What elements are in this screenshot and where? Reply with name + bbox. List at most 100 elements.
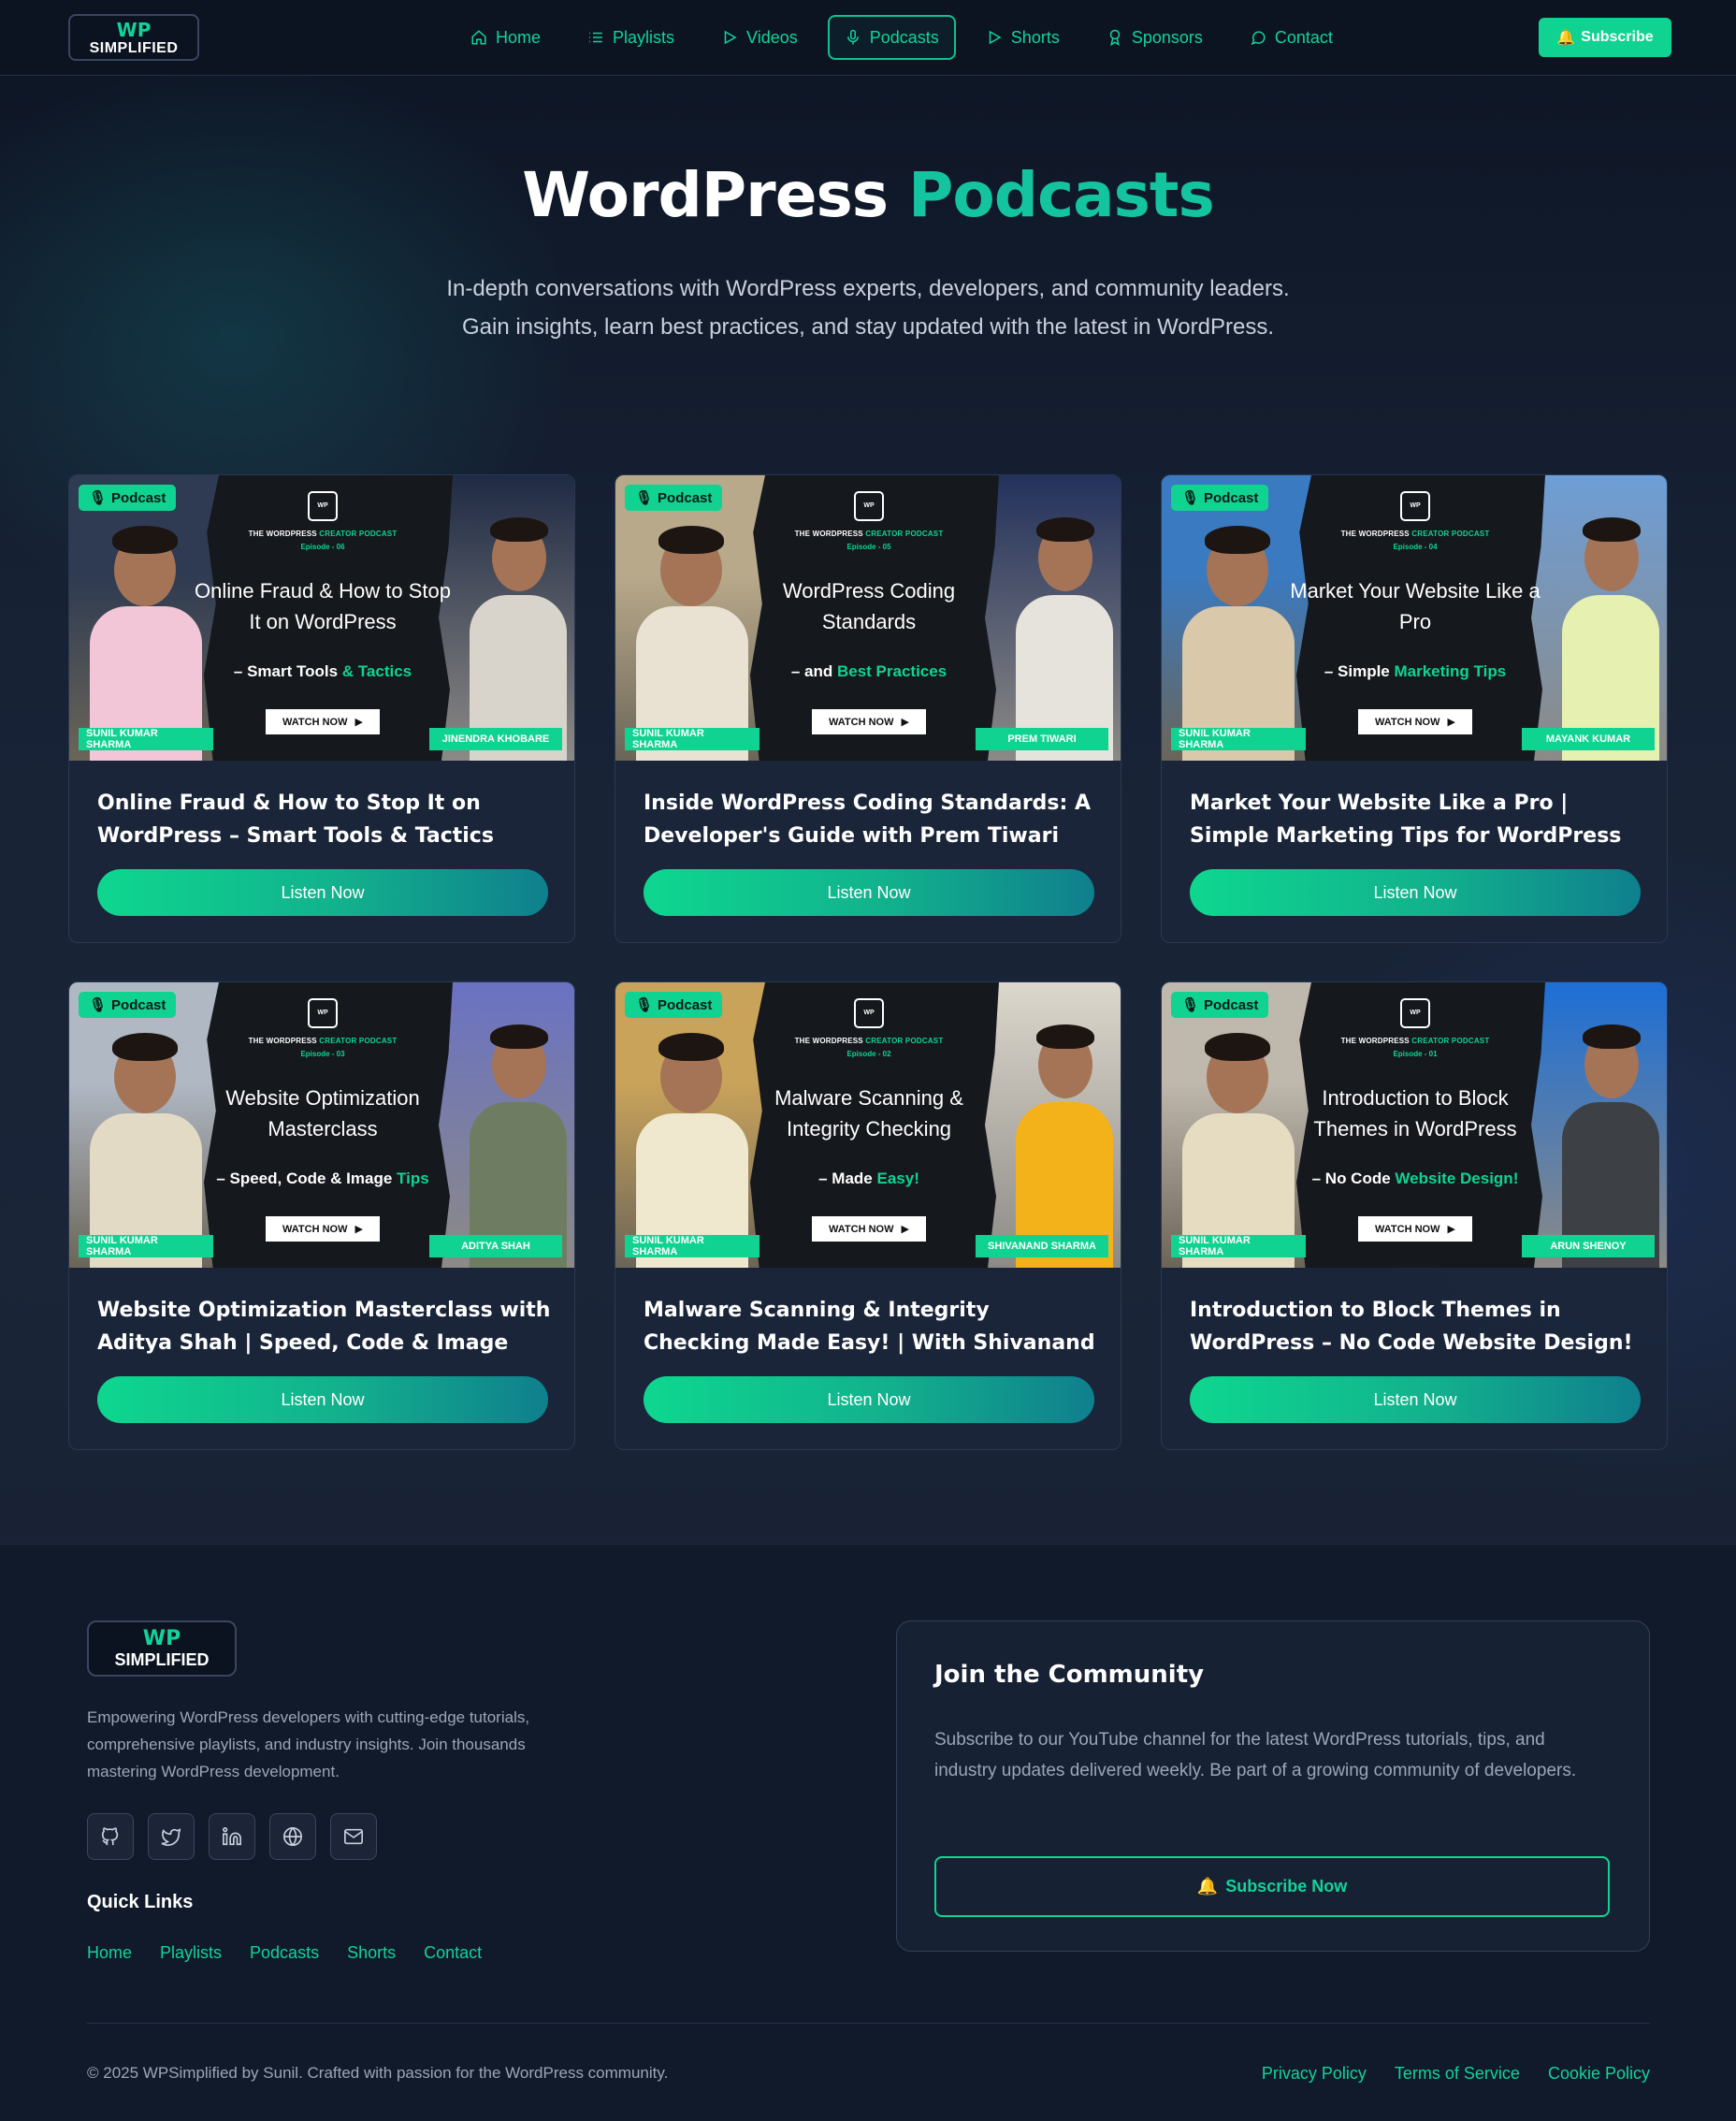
thumbnail-subtitle-b: Tips <box>397 1169 429 1187</box>
nav-videos-label: Videos <box>746 27 798 47</box>
podcast-title[interactable]: Inside WordPress Coding Standards: A Dev… <box>644 787 1102 854</box>
listen-now-button[interactable]: Listen Now <box>1190 1376 1641 1423</box>
thumbnail-subtitle-a: – Smart Tools <box>233 662 339 680</box>
thumbnail-subtitle-a: – Made <box>818 1169 873 1187</box>
podcast-card[interactable]: 🎙 Podcast WP THE WORDPRESS CREATOR PODCA… <box>1161 474 1668 943</box>
subscribe-now-label: Subscribe Now <box>1225 1877 1348 1896</box>
quick-links: Home Playlists Podcasts Shorts Contact <box>87 1943 482 1963</box>
award-icon <box>1109 29 1121 46</box>
listen-now-button[interactable]: Listen Now <box>644 1376 1094 1423</box>
podcast-card[interactable]: 🎙 Podcast WP THE WORDPRESS CREATOR PODCA… <box>68 981 575 1450</box>
microphone-icon <box>846 29 859 45</box>
globe-icon <box>283 1827 302 1846</box>
podcast-card[interactable]: 🎙 Podcast WP THE WORDPRESS CREATOR PODCA… <box>615 474 1121 943</box>
podcast-thumbnail[interactable]: 🎙 Podcast WP THE WORDPRESS CREATOR PODCA… <box>1162 982 1667 1268</box>
site-logo[interactable]: WP SIMPLIFIED <box>68 14 199 61</box>
podcast-title[interactable]: Website Optimization Masterclass with Ad… <box>97 1294 556 1361</box>
footer-logo[interactable]: WP SIMPLIFIED <box>87 1620 237 1677</box>
subscribe-now-button[interactable]: 🔔 Subscribe Now <box>934 1856 1610 1917</box>
play-icon: ▶ <box>1447 1224 1455 1235</box>
podcast-thumbnail[interactable]: 🎙 Podcast WP THE WORDPRESS CREATOR PODCA… <box>615 475 1121 761</box>
quick-link-shorts[interactable]: Shorts <box>347 1943 396 1963</box>
podcast-badge-label: Podcast <box>658 489 713 506</box>
play-icon: ▶ <box>901 1224 909 1235</box>
thumbnail-subtitle: – Made Easy! <box>737 1169 1001 1188</box>
footer-divider <box>87 2023 1650 2024</box>
quick-link-home[interactable]: Home <box>87 1943 132 1963</box>
podcast-card[interactable]: 🎙 Podcast WP THE WORDPRESS CREATOR PODCA… <box>615 981 1121 1450</box>
podcast-thumbnail[interactable]: 🎙 Podcast WP THE WORDPRESS CREATOR PODCA… <box>615 982 1121 1268</box>
watch-now-button[interactable]: WATCH NOW ▶ <box>812 709 926 734</box>
play-icon <box>989 30 1002 45</box>
listen-now-button[interactable]: Listen Now <box>644 869 1094 916</box>
thumbnail-logo: WP <box>1400 491 1430 521</box>
website-link[interactable] <box>269 1813 316 1860</box>
subscribe-button[interactable]: 🔔 Subscribe <box>1539 18 1671 57</box>
podcast-thumbnail[interactable]: 🎙 Podcast WP THE WORDPRESS CREATOR PODCA… <box>1162 475 1667 761</box>
play-icon: ▶ <box>354 717 363 728</box>
cookie-policy-link[interactable]: Cookie Policy <box>1548 2064 1650 2084</box>
privacy-policy-link[interactable]: Privacy Policy <box>1262 2064 1367 2084</box>
github-link[interactable] <box>87 1813 134 1860</box>
linkedin-link[interactable] <box>209 1813 255 1860</box>
watch-now-button[interactable]: WATCH NOW ▶ <box>1358 709 1472 734</box>
series-name-a: THE WORDPRESS <box>248 1037 317 1045</box>
watch-now-button[interactable]: WATCH NOW ▶ <box>812 1216 926 1242</box>
podcast-thumbnail[interactable]: 🎙 Podcast WP THE WORDPRESS CREATOR PODCA… <box>69 475 574 761</box>
terms-of-service-link[interactable]: Terms of Service <box>1395 2064 1520 2084</box>
nav-videos[interactable]: Videos <box>704 15 815 60</box>
email-link[interactable] <box>330 1813 377 1860</box>
footer-logo-wordmark: SIMPLIFIED <box>114 1650 210 1669</box>
footer-logo-mark: WP <box>142 1627 181 1650</box>
thumbnail-subtitle-b: & Tactics <box>341 662 412 680</box>
quick-link-podcasts[interactable]: Podcasts <box>250 1943 319 1963</box>
thumbnail-title: Market Your Website Like a Pro <box>1290 579 1541 633</box>
main-menu: Home Playlists Videos Podcasts Shorts Sp… <box>454 15 1350 60</box>
thumbnail-title: Online Fraud & How to Stop It on WordPre… <box>195 579 451 633</box>
listen-now-button[interactable]: Listen Now <box>97 869 548 916</box>
guest-name-tag: JINENDRA KHOBARE <box>429 728 562 750</box>
nav-home[interactable]: Home <box>454 15 557 60</box>
nav-playlists[interactable]: Playlists <box>571 15 691 60</box>
podcast-card[interactable]: 🎙 Podcast WP THE WORDPRESS CREATOR PODCA… <box>68 474 575 943</box>
footer-description: Empowering WordPress developers with cut… <box>87 1708 530 1780</box>
podcast-title[interactable]: Online Fraud & How to Stop It on WordPre… <box>97 787 556 854</box>
nav-shorts[interactable]: Shorts <box>969 15 1077 60</box>
play-icon: ▶ <box>354 1224 363 1235</box>
podcast-title[interactable]: Malware Scanning & Integrity Checking Ma… <box>644 1294 1102 1361</box>
logo-wordmark: SIMPLIFIED <box>89 40 179 56</box>
host-name-tag: SUNIL KUMAR SHARMA <box>79 728 213 750</box>
watch-now-button[interactable]: WATCH NOW ▶ <box>266 709 380 734</box>
nav-shorts-label: Shorts <box>1010 27 1060 47</box>
copyright: © 2025 WPSimplified by Sunil. Crafted wi… <box>87 2064 669 2082</box>
series-name-a: THE WORDPRESS <box>794 1037 863 1045</box>
thumbnail-subtitle: – Smart Tools & Tactics <box>191 662 455 681</box>
podcast-badge-label: Podcast <box>1204 996 1259 1013</box>
guest-photo <box>985 982 1121 1268</box>
quick-link-playlists[interactable]: Playlists <box>160 1943 222 1963</box>
watch-now-button[interactable]: WATCH NOW ▶ <box>1358 1216 1472 1242</box>
quick-link-contact[interactable]: Contact <box>424 1943 482 1963</box>
nav-sponsors[interactable]: Sponsors <box>1090 15 1220 60</box>
podcast-thumbnail[interactable]: 🎙 Podcast WP THE WORDPRESS CREATOR PODCA… <box>69 982 574 1268</box>
thumbnail-logo: WP <box>854 998 884 1028</box>
thumbnail-logo: WP <box>308 998 338 1028</box>
thumbnail-title: WordPress Coding Standards <box>782 579 956 633</box>
watch-now-button[interactable]: WATCH NOW ▶ <box>266 1216 380 1242</box>
podcast-card[interactable]: 🎙 Podcast WP THE WORDPRESS CREATOR PODCA… <box>1161 981 1668 1450</box>
listen-now-button[interactable]: Listen Now <box>97 1376 548 1423</box>
series-name: THE WORDPRESS CREATOR PODCAST <box>181 1037 464 1045</box>
podcast-badge: 🎙 Podcast <box>625 485 723 511</box>
nav-podcasts[interactable]: Podcasts <box>827 15 956 60</box>
watch-now-label: WATCH NOW <box>829 716 894 728</box>
podcast-title[interactable]: Market Your Website Like a Pro | Simple … <box>1190 787 1648 854</box>
series-name-a: THE WORDPRESS <box>248 530 317 538</box>
series-name-a: THE WORDPRESS <box>1340 530 1410 538</box>
twitter-link[interactable] <box>148 1813 195 1860</box>
podcast-title[interactable]: Introduction to Block Themes in WordPres… <box>1190 1294 1648 1361</box>
listen-now-button[interactable]: Listen Now <box>1190 869 1641 916</box>
thumbnail-logo: WP <box>308 491 338 521</box>
nav-contact[interactable]: Contact <box>1233 15 1350 60</box>
podcast-badge: 🎙 Podcast <box>625 992 723 1018</box>
thumbnail-title: Malware Scanning & Integrity Checking <box>774 1086 963 1140</box>
